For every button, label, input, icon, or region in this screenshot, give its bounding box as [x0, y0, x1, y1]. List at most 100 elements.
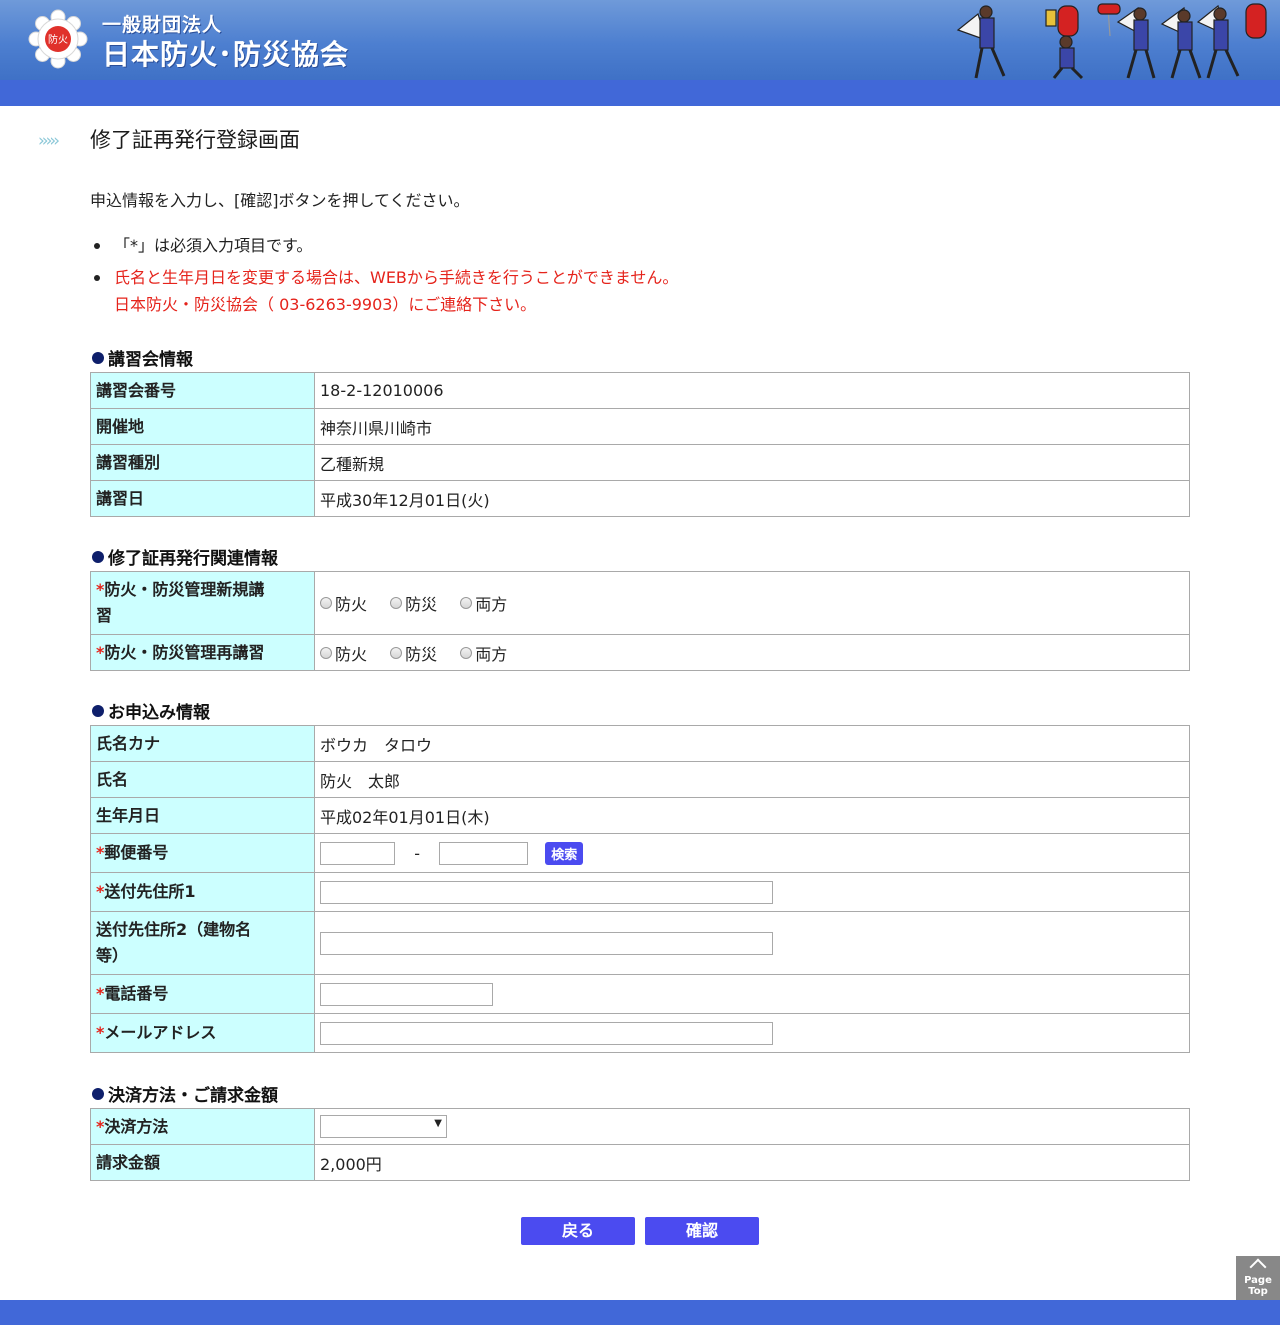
radio-icon[interactable]: [390, 646, 403, 659]
address2-cell: [314, 911, 1190, 975]
note-name-change: 氏名と生年月日を変更する場合は、WEBから手続きを行うことができません。 日本防火…: [90, 264, 990, 318]
table-row: *決済方法 ▼: [90, 1108, 1190, 1145]
row-label: *防火・防災管理新規講習: [90, 571, 315, 635]
row-label: 請求金額: [90, 1144, 315, 1181]
page-top-button[interactable]: Page Top: [1236, 1256, 1280, 1300]
section-heading-payment: 決済方法・ご請求金額: [92, 1081, 278, 1106]
course-info-table: 講習会番号 18-2-12010006 開催地 神奈川県川崎市 講習種別 乙種新…: [90, 372, 1190, 517]
back-button[interactable]: 戻る: [521, 1217, 635, 1245]
postal-separator: -: [414, 843, 420, 863]
row-label: *電話番号: [90, 974, 315, 1014]
notes-list: 「*」は必須入力項目です。 氏名と生年月日を変更する場合は、WEBから手続きを行…: [90, 232, 990, 318]
venue-value: 神奈川県川崎市: [314, 408, 1190, 445]
radio-disaster[interactable]: 防災: [390, 641, 437, 665]
row-label: *メールアドレス: [90, 1013, 315, 1053]
radio-icon[interactable]: [320, 646, 332, 659]
table-row: *防火・防災管理新規講習 防火 防災 両方: [90, 571, 1190, 635]
email-input[interactable]: [320, 1021, 773, 1045]
row-label: 開催地: [90, 408, 315, 445]
course-date-value: 平成30年12月01日(火): [314, 480, 1190, 517]
postal-code-second-input[interactable]: [439, 841, 529, 865]
amount-value: 2,000円: [314, 1144, 1190, 1181]
dancer-figure: [956, 5, 1006, 79]
row-label: *決済方法: [90, 1108, 315, 1145]
radio-icon[interactable]: [390, 597, 403, 609]
row-label: 氏名: [90, 761, 315, 798]
festival-figures-illustration: [956, 3, 1267, 80]
dropdown-arrow-icon: ▼: [434, 1118, 442, 1129]
payment-method-select[interactable]: ▼: [320, 1115, 447, 1138]
reissue-table: *防火・防災管理新規講習 防火 防災 両方 *防火・防災管理再講習 防火 防災 …: [90, 571, 1190, 671]
new-course-options: 防火 防災 両方: [314, 571, 1190, 635]
postal-search-button[interactable]: 検索: [545, 841, 584, 865]
birthdate-value: 平成02年01月01日(木): [314, 797, 1190, 834]
table-row: 講習会番号 18-2-12010006: [90, 372, 1190, 409]
radio-disaster[interactable]: 防災: [390, 591, 437, 615]
section-heading-applicant: お申込み情報: [92, 698, 210, 723]
note-required: 「*」は必須入力項目です。: [90, 232, 990, 259]
refresher-course-options: 防火 防災 両方: [314, 634, 1190, 671]
table-row: 氏名カナ ボウカ タロウ: [90, 725, 1190, 762]
radio-fire[interactable]: 防火: [320, 591, 367, 615]
fire-prevention-logo-icon: 防火: [28, 9, 88, 69]
confirm-button[interactable]: 確認: [645, 1217, 759, 1245]
org-name: 日本防火･防災協会: [102, 38, 350, 71]
course-type-value: 乙種新規: [314, 444, 1190, 481]
email-cell: [314, 1013, 1190, 1053]
dancer-figure: [1116, 4, 1240, 79]
radio-icon[interactable]: [460, 646, 473, 659]
site-header: 防火 一般財団法人 日本防火･防災協会: [0, 0, 1280, 80]
applicant-table: 氏名カナ ボウカ タロウ 氏名 防火 太郎 生年月日 平成02年01月01日(木…: [90, 725, 1190, 1053]
name-kana-value: ボウカ タロウ: [314, 725, 1190, 762]
table-row: *電話番号: [90, 974, 1190, 1014]
row-label: 送付先住所2（建物名 等）: [90, 911, 315, 975]
radio-both[interactable]: 両方: [460, 591, 507, 615]
address1-cell: [314, 872, 1190, 912]
table-row: *防火・防災管理再講習 防火 防災 両方: [90, 634, 1190, 671]
title-arrows-icon: ›››››: [38, 131, 60, 151]
radio-icon[interactable]: [460, 597, 473, 609]
header-subbar: [0, 80, 1280, 106]
radio-fire[interactable]: 防火: [320, 641, 367, 665]
name-value: 防火 太郎: [314, 761, 1190, 798]
course-number-value: 18-2-12010006: [314, 372, 1190, 409]
site-footer: [0, 1300, 1280, 1325]
address1-input[interactable]: [320, 880, 773, 904]
chevron-up-icon: [1249, 1258, 1267, 1276]
row-label: *送付先住所1: [90, 872, 315, 912]
row-label: 講習種別: [90, 444, 315, 481]
section-heading-reissue: 修了証再発行関連情報: [92, 544, 278, 569]
table-row: 生年月日 平成02年01月01日(木): [90, 797, 1190, 834]
address2-input[interactable]: [320, 931, 773, 955]
row-label: *郵便番号: [90, 833, 315, 873]
postal-cell: - 検索: [314, 833, 1190, 873]
radio-both[interactable]: 両方: [460, 641, 507, 665]
table-row: *送付先住所1: [90, 872, 1190, 912]
table-row: 送付先住所2（建物名 等）: [90, 911, 1190, 975]
payment-table: *決済方法 ▼ 請求金額 2,000円: [90, 1108, 1190, 1181]
page-title: 修了証再発行登録画面: [90, 128, 300, 152]
row-label: 講習会番号: [90, 372, 315, 409]
bullet-icon: [92, 705, 104, 717]
table-row: *郵便番号 - 検索: [90, 833, 1190, 873]
radio-icon[interactable]: [320, 597, 332, 609]
table-row: 氏名 防火 太郎: [90, 761, 1190, 798]
table-row: *メールアドレス: [90, 1013, 1190, 1053]
row-label: 氏名カナ: [90, 725, 315, 762]
table-row: 請求金額 2,000円: [90, 1144, 1190, 1181]
payment-method-cell: ▼: [314, 1108, 1190, 1145]
row-label: 講習日: [90, 480, 315, 517]
bullet-icon: [92, 1088, 104, 1100]
table-row: 講習日 平成30年12月01日(火): [90, 480, 1190, 517]
phone-cell: [314, 974, 1190, 1014]
table-row: 講習種別 乙種新規: [90, 444, 1190, 481]
lantern-figure: [1045, 5, 1084, 80]
bullet-icon: [92, 352, 104, 364]
bullet-icon: [92, 551, 104, 563]
row-label: *防火・防災管理再講習: [90, 634, 315, 671]
logo-text: 防火: [48, 33, 68, 46]
phone-input[interactable]: [320, 982, 493, 1006]
intro-text: 申込情報を入力し、[確認]ボタンを押してください。: [90, 191, 470, 210]
postal-code-first-input[interactable]: [320, 841, 395, 865]
table-row: 開催地 神奈川県川崎市: [90, 408, 1190, 445]
